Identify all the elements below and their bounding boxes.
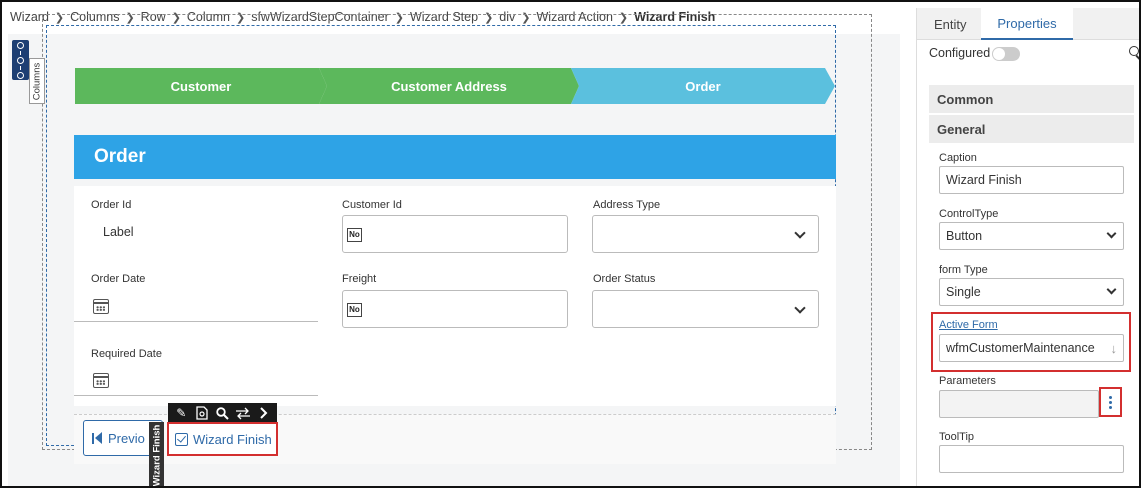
tab-properties[interactable]: Properties <box>981 8 1073 40</box>
swap-arrows-icon[interactable] <box>235 405 251 421</box>
properties-panel: Entity Properties Configured Common Gene… <box>916 8 1139 486</box>
chevron-right-icon[interactable] <box>256 405 272 421</box>
tab-entity[interactable]: Entity <box>934 8 967 40</box>
configured-label: Configured <box>929 46 991 60</box>
caption-value: Wizard Finish <box>946 173 1022 187</box>
app-window: Wizard ❯ Columns ❯ Row ❯ Column ❯ sfwWizardS… <box>0 0 1141 488</box>
calendar-icon[interactable] <box>93 373 109 388</box>
active-form-input[interactable]: wfmCustomerMaintenance ↓ <box>939 334 1124 362</box>
wizard-steps: Customer Customer Address Order <box>75 68 835 104</box>
required-date-label: Required Date <box>91 348 162 360</box>
skip-back-icon <box>92 432 94 444</box>
address-type-label: Address Type <box>593 199 661 211</box>
order-status-label: Order Status <box>593 273 656 285</box>
active-form-link[interactable]: Active Form <box>939 319 998 331</box>
order-id-value: Label <box>103 225 134 239</box>
order-date-label: Order Date <box>91 273 146 285</box>
numeric-icon: No <box>347 228 362 242</box>
tooltip-label: ToolTip <box>939 431 975 443</box>
address-type-select[interactable] <box>592 215 819 253</box>
search-icon[interactable] <box>214 405 230 421</box>
chevron-down-icon <box>1106 228 1117 239</box>
active-form-value: wfmCustomerMaintenance <box>946 341 1095 355</box>
chevron-down-icon <box>1106 284 1117 295</box>
section-general[interactable]: General <box>929 115 1134 143</box>
parameters-input[interactable] <box>939 390 1099 418</box>
chevron-down-icon <box>794 227 806 239</box>
pencil-icon[interactable]: ✎ <box>173 405 189 421</box>
wizard-finish-label: Wizard Finish <box>193 431 272 447</box>
element-toolbar: ✎ <box>168 403 277 423</box>
caption-input[interactable]: Wizard Finish <box>939 166 1124 194</box>
order-status-select[interactable] <box>592 290 819 328</box>
step-customer[interactable]: Customer <box>75 68 327 104</box>
section-common[interactable]: Common <box>929 85 1134 113</box>
document-gear-icon[interactable] <box>194 405 210 421</box>
search-icon[interactable] <box>1129 46 1139 56</box>
step-label: Order <box>685 78 721 94</box>
form-type-select[interactable]: Single <box>939 278 1124 306</box>
columns-tag[interactable]: Columns <box>29 58 45 104</box>
parameters-label: Parameters <box>939 375 996 387</box>
checkbox-icon <box>175 432 188 446</box>
freight-label: Freight <box>342 273 377 285</box>
wizard-finish-tag[interactable]: Wizard Finish <box>149 422 164 486</box>
chevron-down-icon <box>794 302 806 314</box>
form-type-value: Single <box>946 285 981 299</box>
order-id-label: Order Id <box>91 199 132 211</box>
required-date-input[interactable] <box>74 364 318 396</box>
control-type-label: ControlType <box>939 208 999 220</box>
configured-toggle[interactable] <box>992 47 1020 61</box>
control-type-select[interactable]: Button <box>939 222 1124 250</box>
form-type-label: form Type <box>939 264 988 276</box>
freight-input[interactable]: No <box>342 290 568 328</box>
step-label: Customer <box>170 78 232 94</box>
drag-handle-icon[interactable] <box>12 40 29 80</box>
control-type-value: Button <box>946 229 983 243</box>
wizard-finish-tag-label: Wizard Finish <box>151 424 163 486</box>
calendar-icon[interactable] <box>93 299 109 314</box>
caption-label: Caption <box>939 152 977 164</box>
step-label: Customer Address <box>391 78 507 94</box>
step-customer-address[interactable]: Customer Address <box>319 68 579 104</box>
step-order[interactable]: Order <box>571 68 835 104</box>
more-options-icon[interactable] <box>1099 387 1122 417</box>
skip-back-icon-arrow <box>95 432 102 444</box>
arrow-down-icon[interactable]: ↓ <box>1111 341 1118 356</box>
previous-button-label: Previo <box>108 430 145 446</box>
columns-tag-label: Columns <box>31 62 43 100</box>
order-date-input[interactable] <box>74 290 318 322</box>
wizard-finish-button[interactable]: Wizard Finish <box>167 422 278 456</box>
panel-tabs: Entity Properties <box>917 8 1139 40</box>
tooltip-input[interactable] <box>939 445 1124 473</box>
numeric-icon: No <box>347 303 362 317</box>
order-card-title: Order <box>74 135 836 179</box>
customer-id-label: Customer Id <box>342 199 402 211</box>
customer-id-input[interactable]: No <box>342 215 568 253</box>
